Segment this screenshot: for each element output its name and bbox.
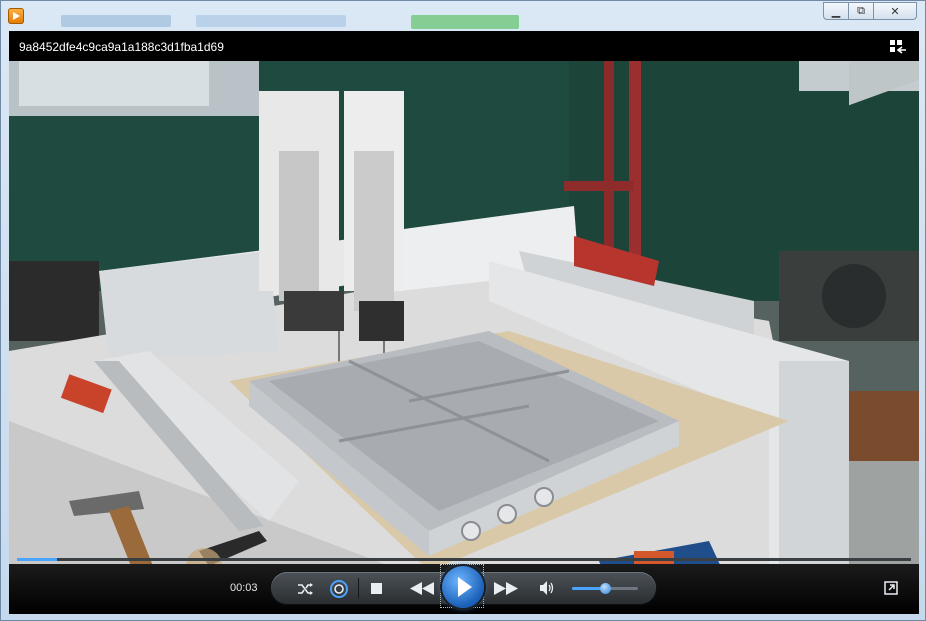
caption-buttons: ▁ ⧉ ✕ xyxy=(823,2,917,20)
shuffle-icon[interactable] xyxy=(296,581,314,597)
speaker-icon[interactable] xyxy=(539,580,555,596)
blurred-background-strip xyxy=(411,15,519,29)
minimize-icon: ▁ xyxy=(831,5,841,18)
blurred-background-strip xyxy=(196,15,346,27)
switch-to-library-icon[interactable] xyxy=(889,39,907,55)
video-title: 9a8452dfe4c9ca9a1a188c3d1fba1d69 xyxy=(19,40,224,54)
current-time: 00:03 xyxy=(230,582,258,594)
separator xyxy=(358,578,359,598)
transport-controls: 00:03 xyxy=(9,564,919,614)
windows-media-player-icon[interactable] xyxy=(8,8,24,24)
video-scene xyxy=(9,61,919,584)
close-button[interactable]: ✕ xyxy=(873,2,917,20)
restore-icon: ⧉ xyxy=(857,4,865,17)
volume-knob[interactable] xyxy=(600,583,611,594)
restore-button[interactable]: ⧉ xyxy=(848,2,874,20)
fullscreen-icon[interactable] xyxy=(884,581,898,595)
title-bar[interactable]: ▁ ⧉ ✕ xyxy=(1,1,925,29)
video-frame[interactable] xyxy=(9,61,919,584)
seek-progress xyxy=(17,558,57,561)
play-button[interactable] xyxy=(442,566,484,608)
stop-icon[interactable] xyxy=(371,583,382,594)
blurred-background-strip xyxy=(61,15,171,27)
repeat-icon[interactable] xyxy=(329,579,349,599)
minimize-button[interactable]: ▁ xyxy=(823,2,849,20)
close-icon: ✕ xyxy=(890,5,900,18)
volume-slider[interactable] xyxy=(572,583,638,594)
next-icon[interactable] xyxy=(494,582,518,595)
previous-icon[interactable] xyxy=(410,582,434,595)
player-area: 9a8452dfe4c9ca9a1a188c3d1fba1d69 00:03 xyxy=(9,31,919,614)
media-player-window: ▁ ⧉ ✕ 9a8452dfe4c9ca9a1a188c3d1fba1d69 0… xyxy=(0,0,926,621)
seek-bar[interactable] xyxy=(17,558,911,561)
